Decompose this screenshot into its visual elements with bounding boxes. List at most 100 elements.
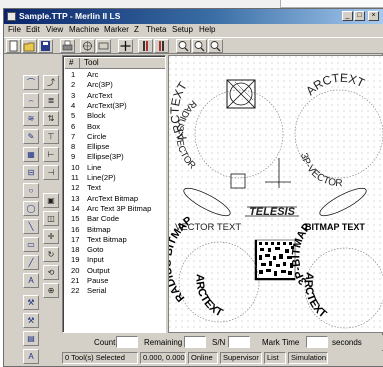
arc-icon[interactable]: ⌒ bbox=[23, 75, 39, 90]
tool-list-row[interactable]: 6 Box bbox=[66, 122, 164, 132]
menu-view[interactable]: View bbox=[46, 25, 63, 34]
tool-list-row[interactable]: 20 Output bbox=[66, 266, 164, 276]
zoom-fit-icon[interactable] bbox=[208, 39, 223, 53]
curve-icon[interactable]: ⤴ bbox=[43, 75, 59, 90]
zoom-out-icon[interactable] bbox=[192, 39, 207, 53]
tool-number: 12 bbox=[71, 183, 80, 193]
ungroup-icon[interactable]: ◫ bbox=[43, 211, 59, 226]
mirror-icon[interactable]: ⊣ bbox=[43, 165, 59, 180]
tool-number: 19 bbox=[71, 255, 80, 265]
distribute-icon[interactable]: ⊢ bbox=[43, 147, 59, 162]
tool-list-row[interactable]: 14 Arc Text 3P Bitmap bbox=[66, 204, 164, 214]
target-icon[interactable] bbox=[80, 39, 95, 53]
menu-setup[interactable]: Setup bbox=[172, 25, 193, 34]
tool-name: Ellipse(3P) bbox=[87, 152, 124, 162]
column-left-icon[interactable] bbox=[138, 39, 153, 53]
print-icon[interactable] bbox=[60, 39, 75, 53]
tool-list-row[interactable]: 9 Ellipse(3P) bbox=[66, 152, 164, 162]
title-bar[interactable]: Sample.TTP - Merlin II LS _ □ × bbox=[4, 9, 383, 24]
rotate-icon[interactable]: ▭ bbox=[23, 237, 39, 252]
save-icon[interactable] bbox=[38, 39, 53, 53]
tool-list-header: # Tool bbox=[65, 58, 165, 69]
tool-number: 11 bbox=[71, 173, 79, 182]
new-file-icon[interactable] bbox=[6, 39, 21, 53]
align-icon[interactable]: ╲ bbox=[23, 219, 39, 234]
tool-list-row[interactable]: 2 Arc(3P) bbox=[66, 80, 164, 90]
drawing-canvas[interactable]: ARCTEXT RADIUS-VECTOR ARCTEXT 3P-VECTOR bbox=[168, 55, 383, 333]
tool-list-row[interactable]: 1 Arc bbox=[66, 70, 164, 80]
tool-list-row[interactable]: 16 Bitmap bbox=[66, 225, 164, 235]
tool-list-row[interactable]: 12 Text bbox=[66, 183, 164, 193]
tool-name: Arc Text 3P Bitmap bbox=[87, 203, 152, 213]
close-button[interactable]: × bbox=[368, 11, 379, 21]
tool-number: 14 bbox=[71, 203, 80, 213]
tool-name: Arc(3P) bbox=[87, 80, 113, 90]
text-stack-icon[interactable]: ≣ bbox=[43, 93, 59, 108]
merge-icon[interactable]: ⊕ bbox=[43, 283, 59, 298]
text-tool-icon[interactable]: ≋ bbox=[23, 111, 39, 126]
menu-theta[interactable]: Theta bbox=[146, 25, 166, 34]
menu-marker[interactable]: Marker bbox=[104, 25, 129, 34]
edit-icon[interactable]: ✎ bbox=[23, 129, 39, 144]
arc-up-icon[interactable]: ⌢ bbox=[23, 93, 39, 108]
tool-list-row[interactable]: 17 Text Bitmap bbox=[66, 235, 164, 245]
tool-list-row[interactable]: 11 Line(2P) bbox=[66, 173, 164, 183]
undo-icon[interactable]: ⟲ bbox=[43, 265, 59, 280]
tool-list-row[interactable]: 5 Block bbox=[66, 111, 164, 121]
maximize-button[interactable]: □ bbox=[354, 11, 365, 21]
line-icon[interactable]: ╱ bbox=[23, 255, 39, 270]
tool-icon[interactable]: ⚒ bbox=[23, 295, 39, 310]
tool-list-row[interactable]: 18 Goto bbox=[66, 245, 164, 255]
sn-field[interactable] bbox=[228, 336, 250, 348]
tool-name: Line bbox=[87, 162, 102, 172]
menu-file[interactable]: File bbox=[8, 25, 21, 34]
column-header-number[interactable]: # bbox=[69, 58, 73, 67]
zoom-in-icon[interactable] bbox=[176, 39, 191, 53]
tool-list-row[interactable]: 10 Line bbox=[66, 163, 164, 173]
open-folder-icon[interactable] bbox=[22, 39, 37, 53]
rotate-cw-icon[interactable]: ↻ bbox=[43, 247, 59, 262]
remaining-field[interactable] bbox=[184, 336, 206, 348]
tool-list-row[interactable]: 7 Circle bbox=[66, 132, 164, 142]
menu-help[interactable]: Help bbox=[199, 25, 215, 34]
tool-list-row[interactable]: 3 ArcText bbox=[66, 91, 164, 101]
crosshair-icon[interactable]: ✛ bbox=[43, 229, 59, 244]
letter-a-icon[interactable]: A bbox=[23, 349, 39, 364]
menu-machine[interactable]: Machine bbox=[69, 25, 99, 34]
tool2-icon[interactable]: ⚒ bbox=[23, 313, 39, 328]
tool-list-row[interactable]: 8 Ellipse bbox=[66, 142, 164, 152]
tool-name: Arc bbox=[87, 70, 99, 79]
tool-list-row[interactable]: 22 Serial bbox=[66, 286, 164, 296]
tool-list-row[interactable]: 15 Bar Code bbox=[66, 214, 164, 224]
copy-icon[interactable]: ○ bbox=[23, 183, 39, 198]
move-icon[interactable] bbox=[118, 39, 133, 53]
main-window: Sample.TTP - Merlin II LS _ □ × File Edi… bbox=[3, 8, 383, 367]
paste-icon[interactable]: ◯ bbox=[23, 201, 39, 216]
grid-icon[interactable]: ▤ bbox=[23, 331, 39, 346]
tool-list-row[interactable]: 4 ArcText(3P) bbox=[66, 101, 164, 111]
group-icon[interactable]: ▣ bbox=[43, 193, 59, 208]
count-field[interactable] bbox=[116, 336, 138, 348]
sort-icon[interactable]: ⇅ bbox=[43, 111, 59, 126]
tool-name: Serial bbox=[87, 286, 107, 296]
datamatrix-barcode bbox=[254, 239, 296, 281]
align-top-icon[interactable]: ⊤ bbox=[43, 129, 59, 144]
app-icon[interactable] bbox=[7, 12, 16, 21]
tool-number: 4 bbox=[71, 100, 76, 110]
mark-time-field[interactable] bbox=[306, 336, 328, 348]
tool-number: 6 bbox=[71, 121, 76, 131]
text-a-icon[interactable]: A bbox=[23, 273, 39, 288]
fill-icon[interactable]: ▦ bbox=[23, 147, 39, 162]
column-right-icon[interactable] bbox=[154, 39, 169, 53]
tool-list-row[interactable]: 19 Input bbox=[66, 255, 164, 265]
rectangle-icon[interactable] bbox=[96, 39, 111, 53]
cut-icon[interactable]: ⊟ bbox=[23, 165, 39, 180]
column-header-tool[interactable]: Tool bbox=[84, 58, 99, 67]
minimize-button[interactable]: _ bbox=[342, 11, 353, 21]
tool-number: 1 bbox=[71, 70, 76, 79]
menu-z[interactable]: Z bbox=[134, 25, 139, 34]
menu-edit[interactable]: Edit bbox=[26, 25, 40, 34]
tool-list-row[interactable]: 21 Pause bbox=[66, 276, 164, 286]
tool-list: # Tool 1 Arc 2 Arc(3P) 3 ArcText 4 ArcText(3P) 5… bbox=[62, 55, 166, 333]
tool-list-row[interactable]: 13 ArcText Bitmap bbox=[66, 194, 164, 204]
